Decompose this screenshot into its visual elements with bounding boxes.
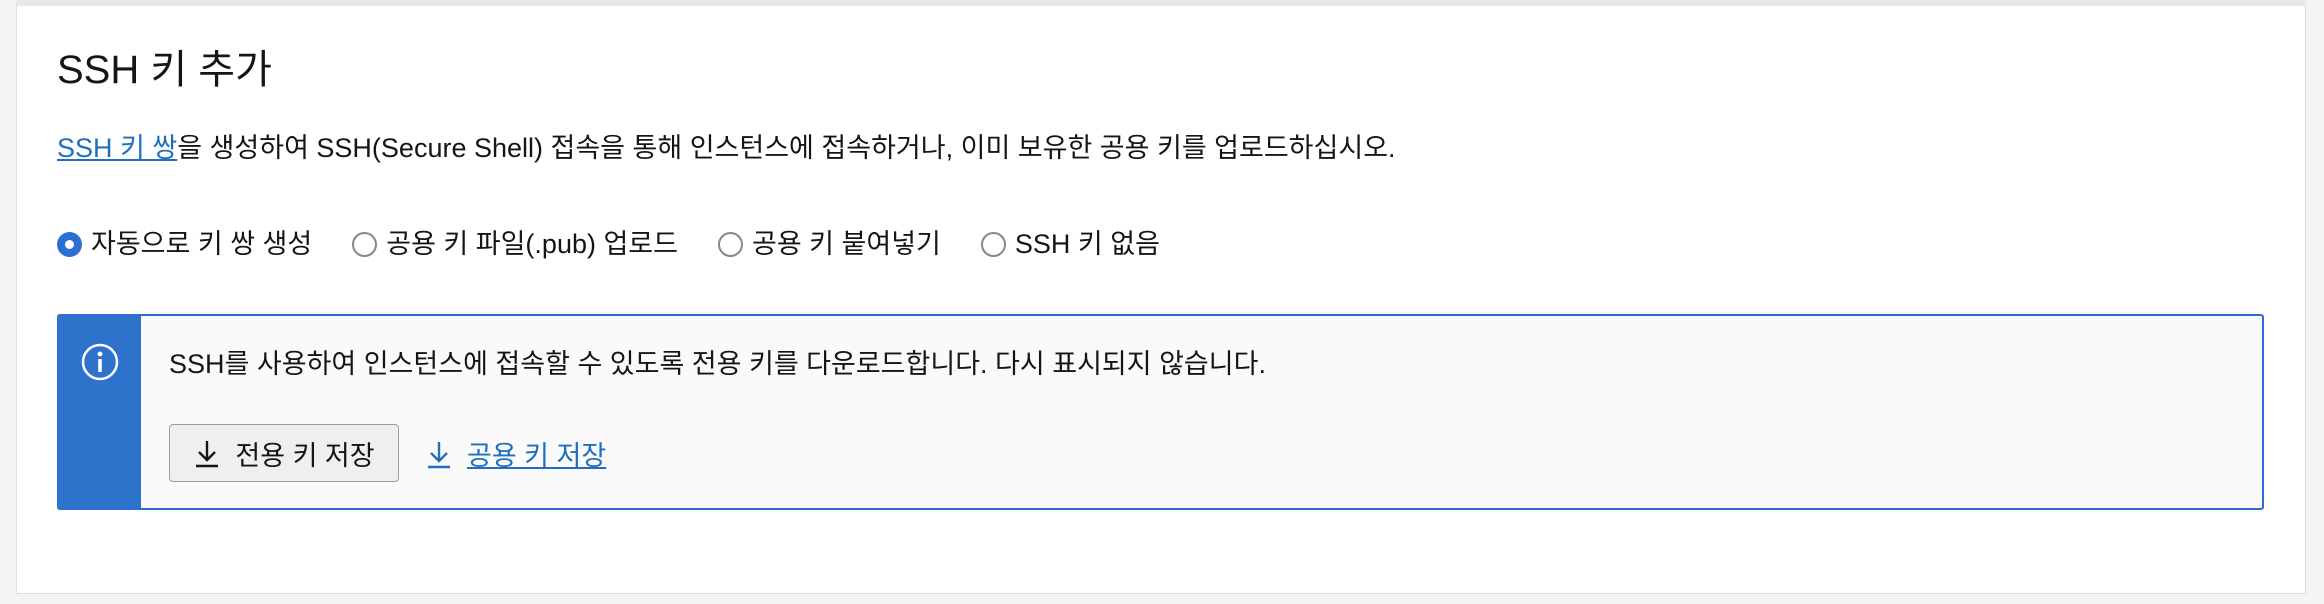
radio-paste-public-key[interactable]: 공용 키 붙여넣기 <box>718 226 941 262</box>
add-ssh-keys-panel: SSH 키 추가 SSH 키 쌍을 생성하여 SSH(Secure Shell)… <box>16 0 2306 594</box>
radio-button-checked[interactable] <box>57 231 82 257</box>
info-message: SSH를 사용하여 인스턴스에 접속할 수 있도록 전용 키를 다운로드합니다.… <box>169 349 1266 379</box>
save-private-key-label: 전용 키 저장 <box>235 440 375 471</box>
save-private-key-button[interactable]: 전용 키 저장 <box>169 424 399 482</box>
download-icon <box>196 441 219 468</box>
ssh-key-pair-link[interactable]: SSH 키 쌍 <box>57 133 177 163</box>
info-message-box: SSH를 사용하여 인스턴스에 접속할 수 있도록 전용 키를 다운로드합니다.… <box>57 314 2264 510</box>
radio-label: 자동으로 키 쌍 생성 <box>91 229 313 259</box>
radio-no-ssh-keys[interactable]: SSH 키 없음 <box>980 226 1160 262</box>
radio-label: 공용 키 붙여넣기 <box>752 229 941 259</box>
radio-generate-key-pair[interactable]: 자동으로 키 쌍 생성 <box>57 226 312 262</box>
section-description: SSH 키 쌍을 생성하여 SSH(Secure Shell) 접속을 통해 인… <box>57 130 1396 166</box>
description-text: 을 생성하여 SSH(Secure Shell) 접속을 통해 인스턴스에 접속… <box>177 133 1396 163</box>
radio-button[interactable] <box>352 231 378 257</box>
save-public-key-label: 공용 키 저장 <box>467 441 607 471</box>
download-icon <box>428 441 450 468</box>
info-icon <box>81 343 119 381</box>
section-title: SSH 키 추가 <box>57 48 272 92</box>
radio-upload-public-key-file[interactable]: 공용 키 파일(.pub) 업로드 <box>352 226 678 262</box>
ssh-key-option-group: 자동으로 키 쌍 생성 공용 키 파일(.pub) 업로드 공용 키 붙여넣기 … <box>57 224 1200 264</box>
save-public-key-link[interactable]: 공용 키 저장 <box>425 434 606 473</box>
radio-button[interactable] <box>718 231 743 257</box>
radio-button[interactable] <box>980 231 1006 257</box>
radio-label: 공용 키 파일(.pub) 업로드 <box>386 229 678 259</box>
radio-label: SSH 키 없음 <box>1014 229 1160 259</box>
info-strip <box>59 316 141 508</box>
